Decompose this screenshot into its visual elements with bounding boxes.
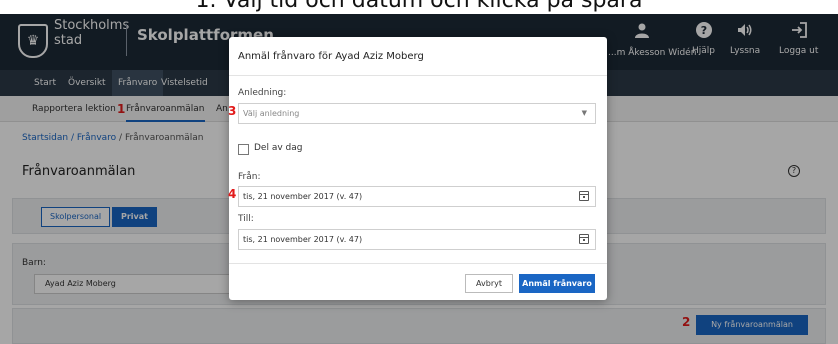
modal-divider [229,75,607,76]
caption-text: 1. Välj tid och datum och klicka på spar… [195,0,643,13]
to-label: Till: [238,214,254,224]
chevron-down-icon: ▼ [581,109,587,117]
reason-placeholder: Välj anledning [243,109,300,118]
modal-footer-divider [229,263,607,264]
calendar-icon[interactable] [579,191,589,201]
reason-label: Anledning: [238,88,287,98]
modal-title: Anmäl frånvaro för Ayad Aziz Moberg [238,51,424,62]
submit-absence-button[interactable]: Anmäl frånvaro [519,274,595,293]
part-of-day-checkbox[interactable] [238,144,249,155]
to-date-value: tis, 21 november 2017 (v. 47) [243,235,363,244]
step-marker-4: 4 [228,187,237,201]
step-marker-3: 3 [228,104,237,118]
from-date-field[interactable]: tis, 21 november 2017 (v. 47) [238,186,596,207]
from-label: Från: [238,172,261,182]
reason-select[interactable]: Välj anledning ▼ [238,103,596,124]
part-of-day-label: Del av dag [254,143,303,153]
cancel-button[interactable]: Avbryt [465,274,513,293]
to-date-field[interactable]: tis, 21 november 2017 (v. 47) [238,229,596,250]
absence-modal: Anmäl frånvaro för Ayad Aziz Moberg Anle… [229,37,607,300]
calendar-icon[interactable] [579,234,589,244]
from-date-value: tis, 21 november 2017 (v. 47) [243,192,363,201]
